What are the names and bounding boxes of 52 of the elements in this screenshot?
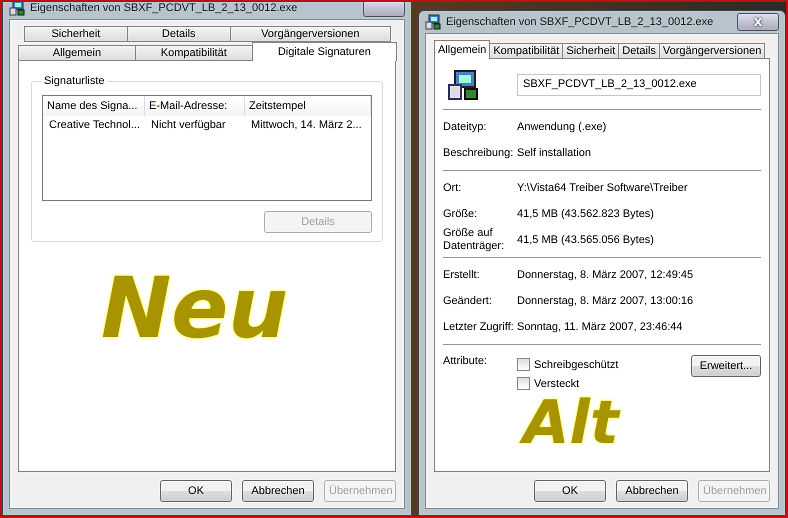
property-label: Größe: xyxy=(443,208,478,220)
tab[interactable]: Details xyxy=(126,26,231,42)
tab[interactable]: Sicherheit xyxy=(24,26,128,42)
tab[interactable]: Allgemein xyxy=(434,40,490,59)
checkbox-label: Versteckt xyxy=(534,378,580,390)
table-cell-text: Mittwoch, 14. März 2... xyxy=(250,118,363,133)
property-label: Ort: xyxy=(443,182,462,194)
tab[interactable]: Vorgängerversionen xyxy=(230,26,391,42)
property-value: Donnerstag, 8. März 2007, 12:49:45 xyxy=(517,269,694,281)
tab[interactable]: Sicherheit xyxy=(562,43,620,59)
property-value: Self installation xyxy=(517,147,592,159)
property-label: Erstellt: xyxy=(443,268,481,282)
property-label: Beschreibung: xyxy=(443,146,514,160)
property-label: Attribute: xyxy=(443,355,488,368)
dialog-button[interactable]: OK xyxy=(160,480,232,502)
table-cell-text: Creative Technol... xyxy=(48,118,141,133)
dialog-button[interactable]: Abbrechen xyxy=(616,480,688,502)
property-value: 41,5 MB (43.565.056 Bytes) xyxy=(517,234,655,246)
checkbox[interactable] xyxy=(517,358,530,371)
group-title: Signaturliste xyxy=(43,75,106,87)
property-value: Sonntag, 11. März 2007, 23:46:44 xyxy=(517,321,684,333)
column-header[interactable]: E-Mail-Adresse: xyxy=(145,96,245,116)
property-value: Donnerstag, 8. März 2007, 13:00:16 xyxy=(517,295,694,307)
computer-icon xyxy=(425,14,441,30)
tab[interactable]: Digitale Signaturen xyxy=(252,42,397,61)
property-label: Größe auf Datenträger: xyxy=(443,227,506,253)
property-label: Dateityp: xyxy=(443,120,488,134)
window-title: Eigenschaften von SBXF_PCDVT_LB_2_13_0012.exe xyxy=(30,2,298,14)
file-name-field[interactable]: SBXF_PCDVT_LB_2_13_0012.exe xyxy=(517,74,761,96)
property-label: Geändert: xyxy=(443,294,493,308)
checkbox-label: Schreibgeschützt xyxy=(534,358,618,370)
column-header[interactable]: Name des Signa... xyxy=(43,96,145,116)
computer-icon xyxy=(447,69,479,101)
window-title: Eigenschaften von SBXF_PCDVT_LB_2_13_0012.exe xyxy=(446,16,714,28)
advanced-button[interactable]: Erweitert... xyxy=(691,355,761,377)
property-label: Letzter Zugriff: xyxy=(443,320,515,334)
tab[interactable]: Details xyxy=(618,43,660,59)
property-value: 41,5 MB (43.562.823 Bytes) xyxy=(517,208,655,220)
tab[interactable]: Vorgängerversionen xyxy=(658,43,766,59)
table-cell-text: Nicht verfügbar xyxy=(150,118,227,133)
computer-icon xyxy=(9,2,25,16)
close-button[interactable] xyxy=(363,2,405,17)
tab[interactable]: Kompatibilität xyxy=(134,45,253,61)
tab[interactable]: Kompatibilität xyxy=(489,43,564,59)
dialog-button[interactable]: Abbrechen xyxy=(242,480,314,502)
handwritten-annotation: Neu xyxy=(101,266,288,350)
column-header[interactable]: Zeitstempel xyxy=(245,96,371,116)
tab[interactable]: Allgemein xyxy=(18,45,136,61)
property-value: Anwendung (.exe) xyxy=(517,121,608,133)
property-value: Y:\Vista64 Treiber Software\Treiber xyxy=(517,182,689,194)
checkbox[interactable] xyxy=(517,377,530,390)
dialog-button[interactable]: OK xyxy=(534,480,606,502)
